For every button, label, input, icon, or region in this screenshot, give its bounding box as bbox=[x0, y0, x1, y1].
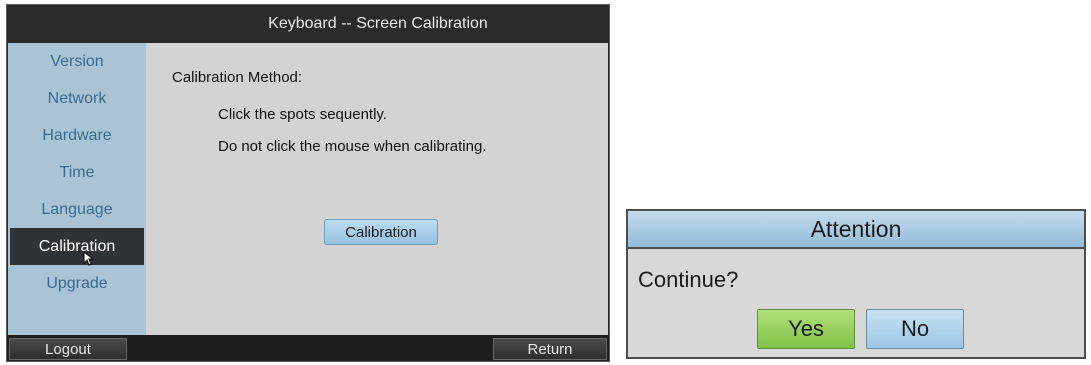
sidebar: Version Network Hardware Time Language C… bbox=[8, 43, 146, 335]
bottom-toolbar: Logout Return bbox=[7, 335, 609, 361]
dialog-message: Continue? bbox=[638, 267, 739, 292]
calibration-window: Keyboard -- Screen Calibration Version N… bbox=[6, 4, 610, 362]
dialog-title: Attention bbox=[628, 211, 1084, 249]
window-title: Keyboard -- Screen Calibration bbox=[268, 15, 488, 32]
instruction-text: Do not click the mouse when calibrating. bbox=[218, 138, 487, 155]
calibration-method-heading: Calibration Method: bbox=[172, 69, 303, 86]
sidebar-item-version[interactable]: Version bbox=[8, 43, 146, 80]
sidebar-item-calibration[interactable]: Calibration bbox=[10, 228, 144, 265]
no-button[interactable]: No bbox=[866, 309, 964, 349]
sidebar-item-language[interactable]: Language bbox=[8, 191, 146, 228]
instruction-text: Click the spots sequently. bbox=[218, 106, 387, 123]
sidebar-item-upgrade[interactable]: Upgrade bbox=[8, 265, 146, 302]
attention-dialog: Attention Continue? Yes No bbox=[626, 209, 1086, 359]
yes-button[interactable]: Yes bbox=[757, 309, 855, 349]
main-panel: Calibration Method: Click the spots sequ… bbox=[146, 43, 608, 335]
sidebar-item-network[interactable]: Network bbox=[8, 80, 146, 117]
calibration-button[interactable]: Calibration bbox=[324, 219, 438, 245]
logout-button[interactable]: Logout bbox=[9, 338, 127, 360]
sidebar-item-time[interactable]: Time bbox=[8, 154, 146, 191]
sidebar-item-hardware[interactable]: Hardware bbox=[8, 117, 146, 154]
mouse-cursor-icon bbox=[83, 251, 93, 266]
return-button[interactable]: Return bbox=[493, 338, 607, 360]
